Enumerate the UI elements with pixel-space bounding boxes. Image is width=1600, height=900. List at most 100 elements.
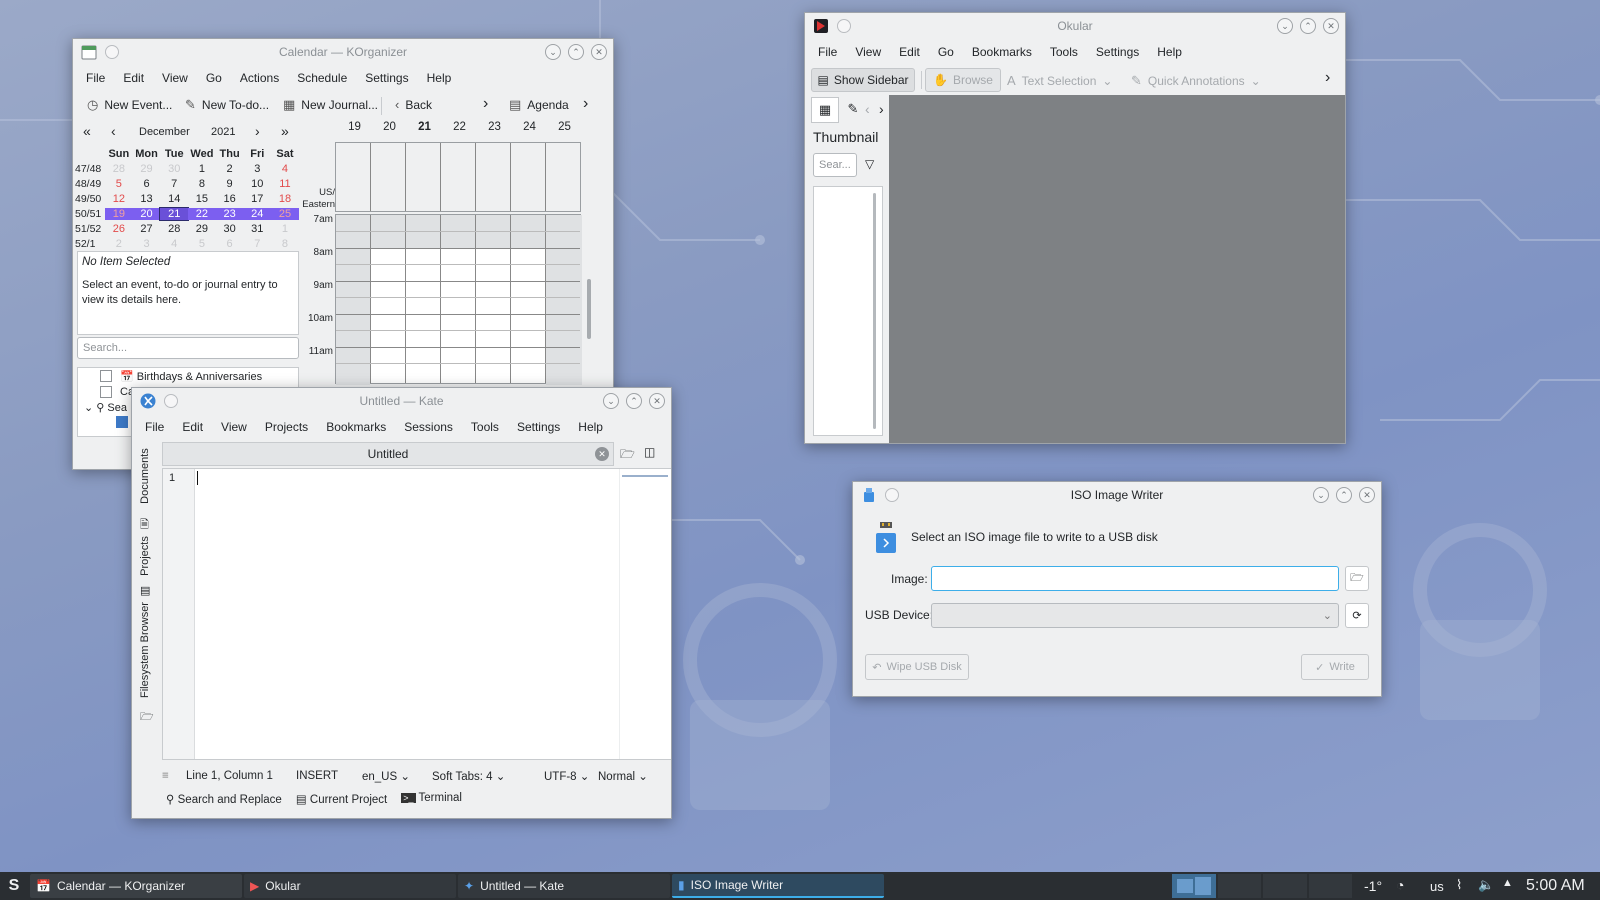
maximize-button[interactable]: ⌃ — [1300, 18, 1316, 34]
maximize-button[interactable]: ⌃ — [568, 44, 584, 60]
calendar-day[interactable]: 28 — [160, 223, 188, 235]
menu-sessions[interactable]: Sessions — [395, 417, 462, 437]
current-project-tab[interactable]: ▤ Current Project — [296, 792, 387, 806]
week-number[interactable]: 50/51 — [75, 208, 105, 220]
wifi-icon[interactable]: ⌇ — [1456, 877, 1462, 893]
dictionary-select[interactable]: en_US ⌄ — [362, 769, 432, 783]
minimize-button[interactable]: ⌄ — [603, 393, 619, 409]
side-tab-documents[interactable]: Documents — [136, 444, 154, 514]
close-tab-icon[interactable]: ✕ — [595, 447, 609, 461]
okular-titlebar[interactable]: Okular ⌄ ⌃ ✕ — [805, 13, 1345, 39]
day-header[interactable]: 25 — [547, 121, 582, 137]
korganizer-titlebar[interactable]: Calendar — KOrganizer ⌄ ⌃ ✕ — [73, 39, 613, 65]
back-button[interactable]: ‹ Back — [395, 97, 432, 112]
encoding-select[interactable]: UTF-8 ⌄ — [544, 769, 598, 783]
week-number[interactable]: 49/50 — [75, 193, 105, 205]
more-toolbar-button[interactable]: › — [1325, 69, 1330, 87]
kate-titlebar[interactable]: Untitled — Kate ⌄ ⌃ ✕ — [132, 388, 671, 414]
calendar-day[interactable]: 20 — [132, 207, 161, 220]
menu-settings[interactable]: Settings — [508, 417, 569, 437]
word-wrap-icon[interactable]: ≡ — [162, 770, 186, 782]
week-number[interactable]: 51/52 — [75, 223, 105, 235]
text-selection-button[interactable]: A Text Selection ⌄ — [1007, 73, 1112, 88]
calendar-day[interactable]: 12 — [105, 193, 133, 205]
menu-edit[interactable]: Edit — [114, 68, 153, 88]
minimize-button[interactable]: ⌄ — [1277, 18, 1293, 34]
menu-help[interactable]: Help — [1148, 42, 1191, 62]
cursor-position[interactable]: Line 1, Column 1 — [186, 770, 296, 782]
wipe-usb-button[interactable]: ↶ Wipe USB Disk — [865, 654, 969, 680]
agenda-scrollbar[interactable] — [587, 279, 591, 339]
side-tab-filesystem[interactable]: Filesystem Browser — [136, 600, 154, 704]
desktop-1[interactable] — [1172, 874, 1216, 898]
maximize-button[interactable]: ⌃ — [626, 393, 642, 409]
close-button[interactable]: ✕ — [1359, 487, 1375, 503]
menu-view[interactable]: View — [212, 417, 256, 437]
close-button[interactable]: ✕ — [591, 44, 607, 60]
forward-button[interactable]: › — [483, 95, 488, 113]
split-view-button[interactable]: ◫ — [644, 445, 655, 459]
search-replace-tab[interactable]: ⚲ Search and Replace — [166, 792, 282, 806]
usb-device-select[interactable]: ⌄ — [931, 603, 1339, 628]
menu-view[interactable]: View — [846, 42, 890, 62]
terminal-tab[interactable]: >_ Terminal — [401, 792, 462, 806]
menu-help[interactable]: Help — [569, 417, 612, 437]
browse-image-button[interactable]: 🗁 — [1345, 566, 1369, 591]
calendar-day[interactable]: 30 — [216, 223, 244, 235]
sidebar-scroll-right[interactable]: › — [879, 101, 884, 117]
menu-bookmarks[interactable]: Bookmarks — [963, 42, 1041, 62]
menu-tools[interactable]: Tools — [462, 417, 508, 437]
prev-year-button[interactable]: « — [83, 123, 91, 139]
side-tab-projects[interactable]: Projects — [136, 532, 154, 582]
calendar-day[interactable]: 3 — [243, 163, 271, 175]
calendar-day[interactable]: 8 — [188, 178, 216, 190]
calendar-day[interactable]: 11 — [271, 178, 299, 190]
browse-button[interactable]: ✋ Browse — [925, 68, 1001, 92]
calendar-day[interactable]: 24 — [243, 207, 272, 220]
day-header[interactable]: 24 — [512, 121, 547, 137]
menu-edit[interactable]: Edit — [890, 42, 929, 62]
calendar-day[interactable]: 3 — [133, 238, 161, 250]
menu-projects[interactable]: Projects — [256, 417, 317, 437]
agenda-time-grid[interactable] — [335, 214, 582, 385]
day-header[interactable]: 19 — [337, 121, 372, 137]
minimap[interactable] — [619, 469, 671, 759]
desktop-4[interactable] — [1308, 874, 1352, 898]
thumbnail-search-input[interactable]: Sear... — [813, 153, 857, 177]
week-number[interactable]: 48/49 — [75, 178, 105, 190]
clock[interactable]: 5:00 AM — [1526, 877, 1585, 895]
calendar-search-input[interactable]: Search... — [77, 337, 299, 359]
refresh-devices-button[interactable]: ⟳ — [1345, 603, 1369, 628]
iso-titlebar[interactable]: ISO Image Writer ⌄ ⌃ ✕ — [853, 482, 1381, 508]
new-journal-button[interactable]: ▦ New Journal... — [283, 97, 378, 113]
calendar-day[interactable]: 9 — [216, 178, 244, 190]
menu-file[interactable]: File — [136, 417, 173, 437]
next-year-button[interactable]: » — [281, 123, 289, 139]
calendar-day[interactable]: 30 — [160, 163, 188, 175]
calendar-day[interactable]: 17 — [243, 193, 271, 205]
filter-button[interactable]: ▽ — [865, 157, 874, 171]
thumbnail-list[interactable] — [813, 186, 883, 436]
editor-area[interactable]: 1 — [162, 468, 671, 760]
menu-schedule[interactable]: Schedule — [288, 68, 356, 88]
new-event-button[interactable]: ◷ New Event... — [87, 97, 172, 113]
sidebar-tab-thumbnails[interactable]: ▦ — [811, 97, 839, 123]
calendar-checkbox-checked[interactable] — [116, 416, 128, 428]
calendar-item[interactable]: 📅 Birthdays & Anniversaries — [120, 370, 262, 383]
calendar-day[interactable]: 5 — [105, 178, 133, 190]
all-day-area[interactable] — [335, 142, 581, 212]
agenda-button[interactable]: ▤ Agenda — [509, 97, 569, 113]
quick-annotations-button[interactable]: ✎ Quick Annotations ⌄ — [1131, 73, 1261, 89]
document-tab[interactable]: Untitled ✕ — [162, 442, 614, 466]
calendar-day[interactable]: 13 — [133, 193, 161, 205]
minimize-button[interactable]: ⌄ — [545, 44, 561, 60]
calendar-day[interactable]: 15 — [188, 193, 216, 205]
show-sidebar-button[interactable]: ▤ Show Sidebar — [811, 68, 915, 92]
kate-window[interactable]: Untitled — Kate ⌄ ⌃ ✕ File Edit View Pro… — [131, 387, 672, 819]
week-number[interactable]: 47/48 — [75, 163, 105, 175]
calendar-day[interactable]: 8 — [271, 238, 299, 250]
menu-edit[interactable]: Edit — [173, 417, 212, 437]
prev-month-button[interactable]: ‹ — [111, 123, 116, 139]
menu-tools[interactable]: Tools — [1041, 42, 1087, 62]
calendar-day[interactable]: 10 — [243, 178, 271, 190]
